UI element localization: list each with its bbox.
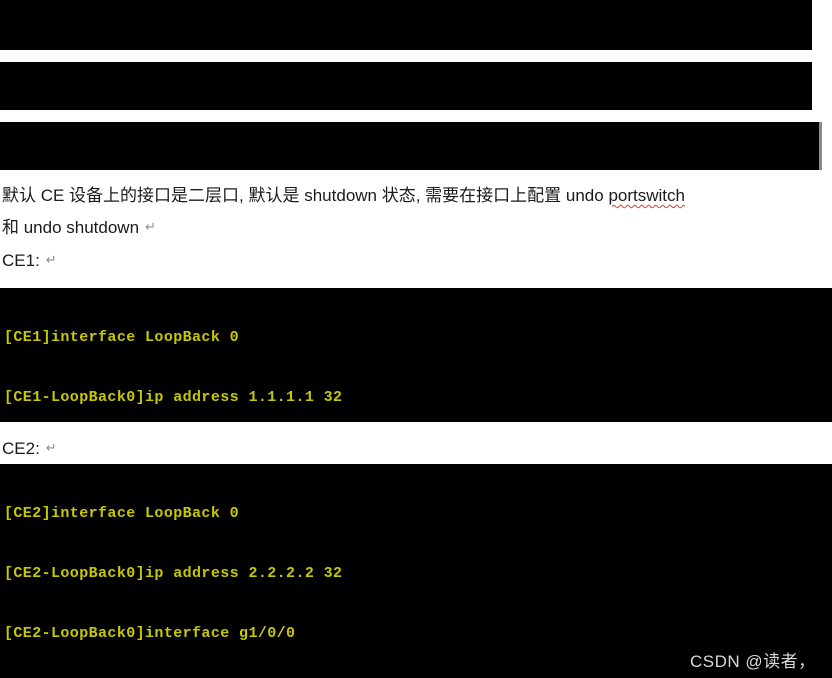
terminal-line: [CE1]interface LoopBack 0: [4, 329, 240, 346]
spellcheck-word-portswitch: portswitch: [608, 186, 685, 205]
clipped-scrollback-line: <CE1>system-view im: [0, 40, 812, 49]
note-paragraph: 默认 CE 设备上的接口是二层口, 默认是 shutdown 状态, 需要在接口…: [2, 180, 685, 243]
clipped-scrollback-line: <CE3>system-view im: [0, 162, 822, 170]
terminal-block-ce1-config[interactable]: [CE1]interface LoopBack 0 [CE1-LoopBack0…: [0, 288, 832, 422]
terminal-block-ce1-systemview[interactable]: <CE1>system-view im <CE1>system-view imm…: [0, 0, 812, 50]
terminal-line: [CE1-LoopBack0]ip address 1.1.1.1 32: [4, 389, 343, 406]
terminal-line: [CE2-LoopBack0]interface g1/0/0: [4, 625, 296, 642]
terminal-block-ce2-config[interactable]: [CE2]interface LoopBack 0 [CE2-LoopBack0…: [0, 464, 832, 678]
terminal-line: [CE2-LoopBack0]ip address 2.2.2.2 32: [4, 565, 343, 582]
clipped-scrollback-line: <CE2>system-view im: [0, 102, 812, 110]
note-line-2: 和 undo shutdown ↵: [2, 218, 156, 237]
terminal-block-ce3-systemview[interactable]: <CE3>system-view im <CE3>system-view imm…: [0, 122, 822, 170]
pilcrow-mark: ↵: [45, 440, 57, 455]
note-text-before-spellerror: 默认 CE 设备上的接口是二层口, 默认是 shutdown 状态, 需要在接口…: [2, 186, 609, 205]
csdn-watermark: CSDN @读者，: [690, 652, 816, 671]
terminal-line: [CE2]interface LoopBack 0: [4, 505, 240, 522]
pilcrow-mark: ↵: [145, 219, 156, 234]
label-ce1: CE1: ↵: [2, 251, 57, 270]
label-ce2: CE2: ↵: [2, 439, 57, 458]
pilcrow-mark: ↵: [45, 252, 57, 267]
note-line-1: 默认 CE 设备上的接口是二层口, 默认是 shutdown 状态, 需要在接口…: [2, 180, 685, 211]
terminal-scrollbar[interactable]: [819, 122, 822, 170]
terminal-block-ce2-systemview[interactable]: <CE2>system-view im <CE2>system-view imm…: [0, 62, 812, 110]
